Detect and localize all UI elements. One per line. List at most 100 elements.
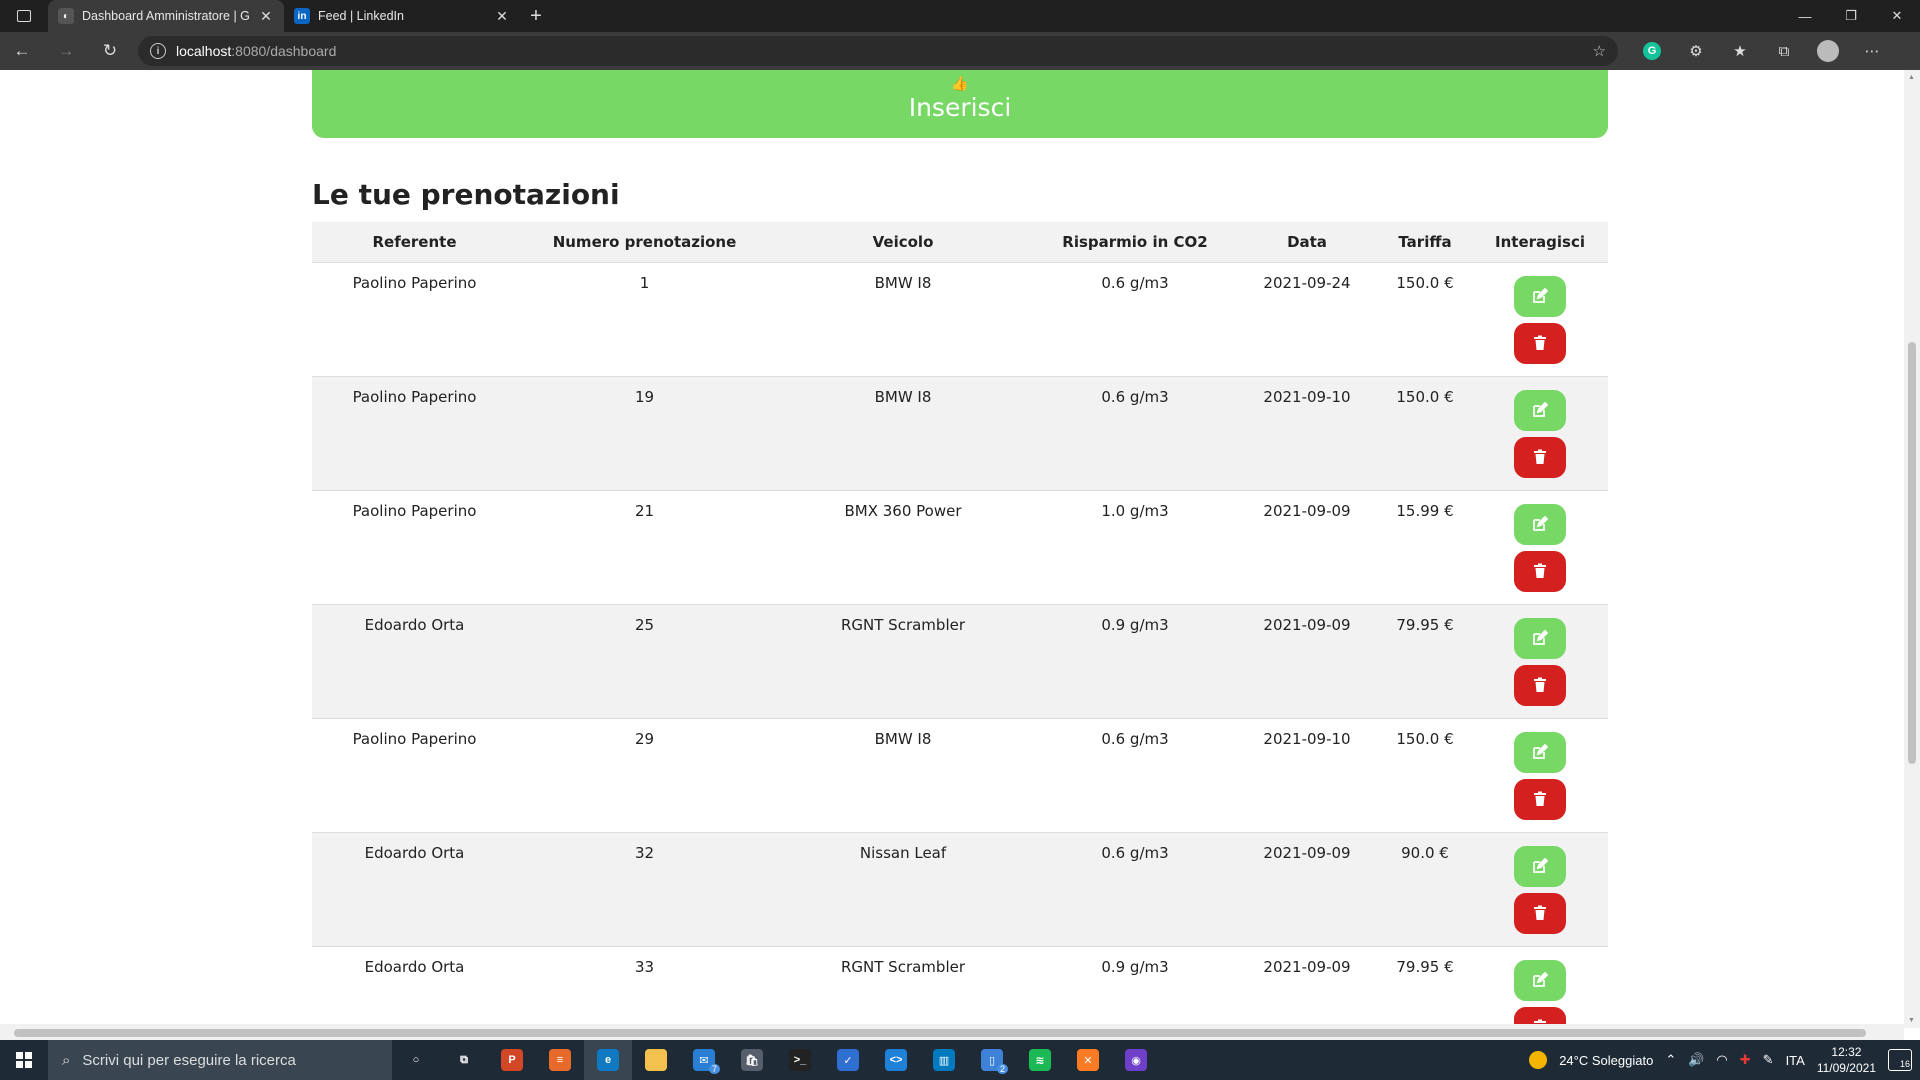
cell-numero: 32 bbox=[517, 832, 772, 947]
delete-button[interactable] bbox=[1514, 664, 1566, 706]
delete-button[interactable] bbox=[1514, 892, 1566, 934]
page-viewport: 👍 Inserisci Le tue prenotazioni Referent… bbox=[0, 70, 1920, 1028]
wifi-icon[interactable]: ◠ bbox=[1716, 1052, 1727, 1068]
github-icon[interactable]: ◉ bbox=[1112, 1040, 1160, 1080]
todo-icon[interactable]: ✓ bbox=[824, 1040, 872, 1080]
chevron-up-icon[interactable]: ⌃ bbox=[1665, 1052, 1676, 1068]
back-icon[interactable]: ← bbox=[0, 32, 44, 70]
cell-data: 2021-09-10 bbox=[1236, 376, 1378, 491]
weather-icon[interactable] bbox=[1529, 1051, 1548, 1069]
cell-data: 2021-09-09 bbox=[1236, 832, 1378, 947]
cell-co2: 0.6 g/m3 bbox=[1034, 832, 1236, 947]
cell-referente: Edoardo Orta bbox=[312, 946, 517, 1028]
forward-icon[interactable]: → bbox=[44, 32, 88, 70]
delete-button[interactable] bbox=[1514, 436, 1566, 478]
header-numero: Numero prenotazione bbox=[517, 222, 772, 263]
edit-button[interactable] bbox=[1514, 275, 1566, 317]
scroll-up-icon[interactable]: ▲ bbox=[1908, 74, 1915, 81]
cell-referente: Paolino Paperino bbox=[312, 262, 517, 377]
linkedin-icon: in bbox=[294, 8, 310, 24]
cell-veicolo: RGNT Scrambler bbox=[772, 604, 1034, 719]
notification-center-icon[interactable]: 16 bbox=[1888, 1049, 1912, 1071]
taskbar-app-glyph: >_ bbox=[789, 1049, 811, 1071]
scroll-down-icon[interactable]: ▼ bbox=[1908, 1017, 1915, 1024]
mail-icon[interactable]: ✉ 7 bbox=[680, 1040, 728, 1080]
tab-linkedin[interactable]: in Feed | LinkedIn ✕ bbox=[284, 0, 520, 32]
tab-actions-icon[interactable] bbox=[0, 0, 48, 32]
cell-referente: Paolino Paperino bbox=[312, 490, 517, 605]
grammarly-icon[interactable]: G bbox=[1643, 42, 1661, 60]
powerpoint-icon[interactable]: P bbox=[488, 1040, 536, 1080]
xampp-icon[interactable]: ✕ bbox=[1064, 1040, 1112, 1080]
extensions-icon[interactable]: ⚙ bbox=[1676, 35, 1716, 67]
clock[interactable]: 12:32 11/09/2021 bbox=[1817, 1044, 1876, 1076]
taskbar-search[interactable]: ⌕ Scrivi qui per eseguire la ricerca bbox=[48, 1040, 392, 1080]
cell-tariffa: 79.95 € bbox=[1378, 946, 1472, 1028]
scrollbar-thumb[interactable] bbox=[1908, 342, 1916, 764]
close-window-icon[interactable]: ✕ bbox=[1874, 0, 1920, 32]
edit-button[interactable] bbox=[1514, 617, 1566, 659]
language-indicator[interactable]: ITA bbox=[1786, 1053, 1805, 1068]
delete-button[interactable] bbox=[1514, 550, 1566, 592]
edit-button[interactable] bbox=[1514, 389, 1566, 431]
close-icon[interactable]: ✕ bbox=[494, 8, 510, 25]
edit-icon bbox=[1532, 288, 1548, 304]
cell-co2: 0.9 g/m3 bbox=[1034, 946, 1236, 1028]
insert-button[interactable]: 👍 Inserisci bbox=[312, 70, 1608, 138]
task-view-icon[interactable]: ⧉ bbox=[440, 1040, 488, 1080]
profile-avatar[interactable] bbox=[1817, 40, 1839, 62]
close-icon[interactable]: ✕ bbox=[258, 8, 274, 25]
cell-veicolo: BMW I8 bbox=[772, 718, 1034, 833]
cell-numero: 33 bbox=[517, 946, 772, 1028]
cell-data: 2021-09-09 bbox=[1236, 946, 1378, 1028]
url-text[interactable]: localhost:8080/dashboard bbox=[176, 43, 1583, 59]
store-icon[interactable]: 🛍 bbox=[728, 1040, 776, 1080]
address-bar[interactable]: i localhost:8080/dashboard ☆ bbox=[138, 36, 1618, 66]
edit-icon bbox=[1532, 858, 1548, 874]
minimize-icon[interactable]: — bbox=[1782, 0, 1828, 32]
vertical-scrollbar[interactable]: ▲ ▼ bbox=[1904, 70, 1920, 1028]
restore-icon[interactable]: ❐ bbox=[1828, 0, 1874, 32]
edit-button[interactable] bbox=[1514, 503, 1566, 545]
terminal-icon[interactable]: >_ bbox=[776, 1040, 824, 1080]
favorites-icon[interactable]: ★ bbox=[1720, 35, 1760, 67]
delete-button[interactable] bbox=[1514, 778, 1566, 820]
info-icon[interactable]: i bbox=[150, 43, 166, 59]
weather-text[interactable]: 24°C Soleggiato bbox=[1559, 1053, 1653, 1068]
horizontal-scrollbar[interactable] bbox=[0, 1024, 1904, 1040]
edit-icon bbox=[1532, 402, 1548, 418]
add-favorite-icon[interactable]: ☆ bbox=[1593, 42, 1606, 60]
pen-icon[interactable]: ✎ bbox=[1763, 1052, 1774, 1068]
vscode-icon[interactable]: <> bbox=[872, 1040, 920, 1080]
scrollbar-thumb[interactable] bbox=[14, 1029, 1866, 1037]
new-tab-button[interactable]: + bbox=[520, 0, 552, 32]
badge-count: 7 bbox=[708, 1064, 720, 1074]
trello-icon[interactable]: ▥ bbox=[920, 1040, 968, 1080]
trash-icon bbox=[1532, 449, 1548, 465]
volume-icon[interactable]: 🔊 bbox=[1688, 1052, 1704, 1068]
cell-veicolo: BMW I8 bbox=[772, 376, 1034, 491]
hamburger-app-icon[interactable]: ≡ bbox=[536, 1040, 584, 1080]
cortana-icon[interactable]: ○ bbox=[392, 1040, 440, 1080]
edit-button[interactable] bbox=[1514, 959, 1566, 1001]
phone-link-icon[interactable]: ▯ 2 bbox=[968, 1040, 1016, 1080]
search-icon: ⌕ bbox=[62, 1051, 71, 1069]
edge-icon[interactable]: e bbox=[584, 1040, 632, 1080]
collections-icon[interactable]: ⧉ bbox=[1764, 35, 1804, 67]
edit-button[interactable] bbox=[1514, 845, 1566, 887]
cell-interagisci bbox=[1472, 832, 1608, 947]
tab-dashboard[interactable]: ◐ Dashboard Amministratore | Gre ✕ bbox=[48, 0, 284, 32]
taskbar-app-glyph: <> bbox=[885, 1049, 907, 1071]
windows-taskbar: ⌕ Scrivi qui per eseguire la ricerca ○ ⧉ P… bbox=[0, 1040, 1920, 1080]
edit-button[interactable] bbox=[1514, 731, 1566, 773]
taskbar-app-glyph: P bbox=[501, 1049, 523, 1071]
file-explorer-icon[interactable] bbox=[632, 1040, 680, 1080]
start-button[interactable] bbox=[0, 1040, 48, 1080]
more-menu-icon[interactable]: ⋯ bbox=[1852, 35, 1892, 67]
clock-date: 11/09/2021 bbox=[1816, 1061, 1876, 1075]
spotify-icon[interactable]: ≋ bbox=[1016, 1040, 1064, 1080]
cell-referente: Paolino Paperino bbox=[312, 718, 517, 833]
refresh-icon[interactable]: ↻ bbox=[88, 32, 132, 70]
delete-button[interactable] bbox=[1514, 322, 1566, 364]
antivirus-icon[interactable]: ✚ bbox=[1740, 1052, 1751, 1068]
